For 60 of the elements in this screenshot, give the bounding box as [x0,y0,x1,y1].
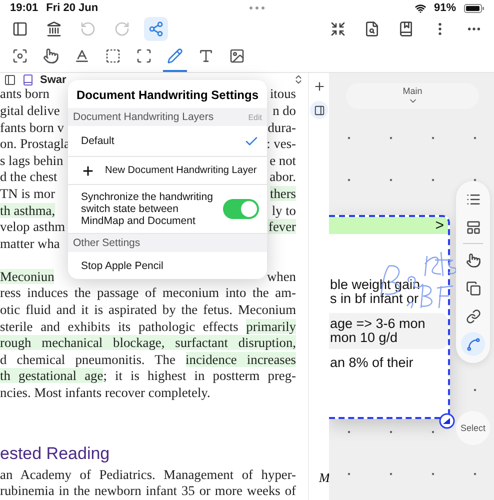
stop-pencil-item[interactable]: Stop Apple Pencil [68,252,267,279]
text-fragment: thers [270,186,296,203]
battery-icon [464,4,484,12]
book-icon [22,74,34,86]
section-header: Document Handwriting Layers [73,111,214,123]
text-line: ress induces the passage of meconium into the am- [0,285,297,302]
document-title: Swar [40,74,66,86]
battery-percent: 91% [434,2,456,14]
panel-icon[interactable] [310,101,328,119]
card-text: an 8% of their [329,356,414,370]
text-fragment: M [319,470,330,486]
text-fragment: ants born [0,86,50,103]
dots-icon [248,6,265,10]
text-fragment: when [266,268,296,286]
text-fragment: abor. [270,169,296,186]
text-fragment: fever [268,219,296,236]
text-fragment: itous [270,86,296,103]
add-icon [81,164,95,178]
layer-item[interactable]: Default [68,126,267,157]
expand-arrow[interactable]: > [435,217,444,234]
text-fragment: gital delive [0,102,60,120]
sidebar-icon[interactable] [4,74,16,86]
text-fragment: velop asthm [0,219,66,236]
text-line: an Academy of Pediatrics. Management of hyper- [0,466,297,484]
squiggle-icon[interactable] [461,332,485,356]
sync-switch[interactable] [223,199,259,219]
select-button[interactable]: Select [456,411,490,445]
text-fragment: th asthma, [0,202,56,220]
text-fragment: TN is mor [0,186,56,203]
new-layer-item[interactable]: New Document Handwriting Layer [68,157,267,185]
text-fragment: : ves- [266,136,296,153]
text-fragment: dura- [268,120,296,136]
text-line: otic fluid and it is aspirated by the fetus. Meconium [0,302,297,319]
resize-handle[interactable] [439,413,455,429]
text-fragment: ncies. Most infants recover completely. [0,385,210,402]
text-fragment: on. Prostagla [0,136,70,153]
status-date: Fri 20 Jun [46,2,98,14]
popover-title: Document Handwriting Settings [75,87,260,104]
text-fragment: ly to [272,202,296,220]
status-time: 19:01 [10,2,38,14]
text-fragment: matter wha [0,236,60,252]
text-fragment: e not [270,152,296,170]
sync-label: Synchronize the handwriting switch state between MindMap and Document [81,191,214,227]
text-line: th gestational age; it is highest in postterm preg- [0,368,298,386]
text-line: sterile and exhibits its pathologic effects primarily [0,318,297,336]
text-fragment: n do [272,102,296,120]
wifi-icon [414,2,426,14]
section-heading: ested Reading [0,444,111,465]
section-header: Other Settings [73,237,140,249]
map-selector[interactable]: Main [346,83,479,109]
text-fragment: s lags behin [0,152,64,170]
text-fragment: d the chest [0,169,58,186]
text-block: age => 3-6 mon mon 10 g/d [329,313,448,349]
sort-icon[interactable] [293,74,304,86]
text-fragment: fants born v [0,120,64,136]
text-line: d chemical pneumonitis. The incidence increases [0,352,297,368]
text-fragment: Meconiun [0,268,54,286]
text-line: rubinemia in the newborn infant 35 or more weeks of [0,483,297,500]
share-nodes-icon[interactable] [144,17,168,41]
new-layer-label: New Document Handwriting Layer [105,164,258,176]
